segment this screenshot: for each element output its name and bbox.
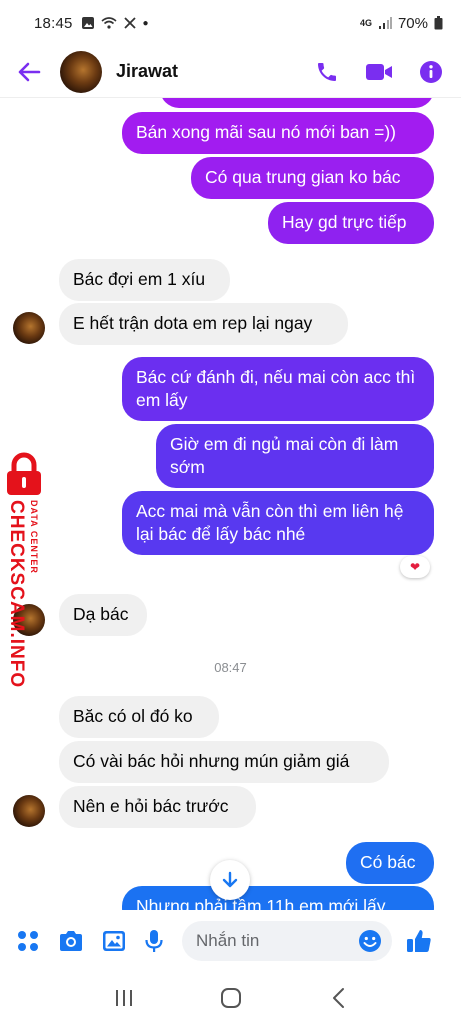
recent-apps-button[interactable] [109, 983, 139, 1013]
status-time: 18:45 [34, 14, 73, 32]
signal-icon [378, 17, 392, 29]
back-nav-button[interactable] [323, 983, 353, 1013]
padlock-icon [7, 452, 41, 495]
home-icon [220, 988, 241, 1008]
arrow-left-icon [18, 62, 41, 81]
battery-percent: 70% [397, 14, 428, 32]
scroll-to-bottom-button[interactable] [210, 860, 250, 900]
watermark-text: CHECKSCAM.INFO [6, 500, 27, 689]
gallery-icon [81, 17, 94, 29]
camera-icon[interactable] [58, 930, 84, 952]
message-input-placeholder: Nhắn tin [196, 931, 260, 950]
microphone-icon[interactable] [144, 929, 164, 953]
image-gallery-icon[interactable] [102, 930, 126, 952]
message-bubble-outgoing[interactable]: Bán xong mãi sau nó mới ban =)) [122, 112, 434, 154]
apps-grid-icon[interactable] [16, 929, 40, 953]
message-bubble-outgoing[interactable] [160, 98, 434, 108]
info-icon[interactable] [419, 60, 443, 84]
wifi-off-icon [101, 17, 117, 29]
watermark-subtext: DATA CENTER [29, 500, 39, 574]
message-bubble-outgoing[interactable]: Có bác [346, 842, 434, 884]
network-type: 4G [359, 17, 372, 28]
status-bar: 18:45 ● 4G 70% [0, 0, 461, 46]
checkscam-watermark: CHECKSCAM.INFO DATA CENTER [2, 452, 48, 688]
system-navigation-bar [0, 972, 461, 1024]
chevron-left-icon [332, 988, 344, 1008]
like-thumbs-up-icon[interactable] [406, 928, 432, 954]
contact-name[interactable]: Jirawat [116, 61, 178, 82]
conversation-header: Jirawat [0, 46, 461, 98]
contact-avatar[interactable] [60, 50, 102, 93]
message-bubble-incoming[interactable]: Băc có ol đó ko [59, 696, 219, 738]
heart-reaction-icon[interactable]: ❤ [400, 556, 430, 578]
message-composer: Nhắn tin [0, 910, 461, 972]
contact-avatar-small[interactable] [13, 312, 45, 344]
missed-call-icon [123, 17, 136, 29]
message-bubble-incoming[interactable]: E hết trận dota em rep lại ngay [59, 303, 348, 345]
message-bubble-outgoing[interactable]: Acc mai mà vẫn còn thì em liên hệ lại bá… [122, 491, 434, 555]
back-button[interactable] [14, 57, 44, 87]
message-bubble-outgoing[interactable]: Hay gd trực tiếp [268, 202, 434, 244]
message-bubble-incoming[interactable]: Nên e hỏi bác trước [59, 786, 256, 828]
dot-icon: ● [142, 17, 149, 29]
recent-apps-icon [115, 990, 132, 1006]
message-bubble-incoming[interactable]: Có vài bác hỏi nhưng mún giảm giá [59, 741, 389, 783]
message-thread[interactable]: Bán xong mãi sau nó mới ban =)) Có qua t… [0, 98, 461, 910]
message-bubble-outgoing[interactable]: Giờ em đi ngủ mai còn đi làm sớm [156, 424, 434, 488]
message-bubble-incoming[interactable]: Bác đợi em 1 xíu [59, 259, 230, 301]
message-bubble-outgoing[interactable]: Có qua trung gian ko bác [191, 157, 434, 199]
arrow-down-icon [222, 871, 238, 888]
message-input[interactable]: Nhắn tin [182, 921, 392, 961]
message-bubble-outgoing[interactable]: Bác cứ đánh đi, nếu mai còn acc thì em l… [122, 357, 434, 421]
message-bubble-outgoing[interactable]: Nhưng phải tầm 11h em mới lấy [122, 886, 434, 910]
time-divider: 08:47 [214, 660, 247, 675]
message-bubble-incoming[interactable]: Dạ bác [59, 594, 147, 636]
contact-avatar-small[interactable] [13, 795, 45, 827]
home-button[interactable] [216, 983, 246, 1013]
video-call-icon[interactable] [365, 62, 393, 82]
battery-icon [434, 16, 443, 30]
emoji-icon[interactable] [358, 929, 382, 953]
phone-call-icon[interactable] [315, 60, 339, 84]
